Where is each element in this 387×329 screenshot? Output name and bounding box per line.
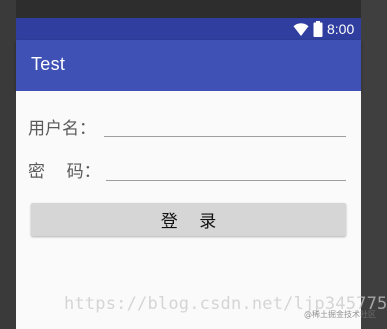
username-label: 用户名： [28, 119, 96, 139]
app-bar: Test [16, 40, 361, 91]
password-input[interactable] [106, 158, 346, 181]
status-time: 8:00 [327, 21, 355, 37]
left-backdrop [0, 0, 16, 329]
right-backdrop [361, 0, 387, 329]
wifi-icon [293, 23, 309, 36]
battery-icon [313, 21, 323, 37]
app-title: Test [31, 54, 66, 74]
status-top-strip [16, 0, 361, 18]
username-input[interactable] [104, 114, 346, 137]
watermark-badge: @稀土掘金技术社区 [304, 310, 376, 319]
login-button[interactable]: 登 录 [31, 203, 346, 236]
status-bar: 8:00 [16, 18, 361, 40]
password-label: 密 码： [28, 162, 101, 182]
